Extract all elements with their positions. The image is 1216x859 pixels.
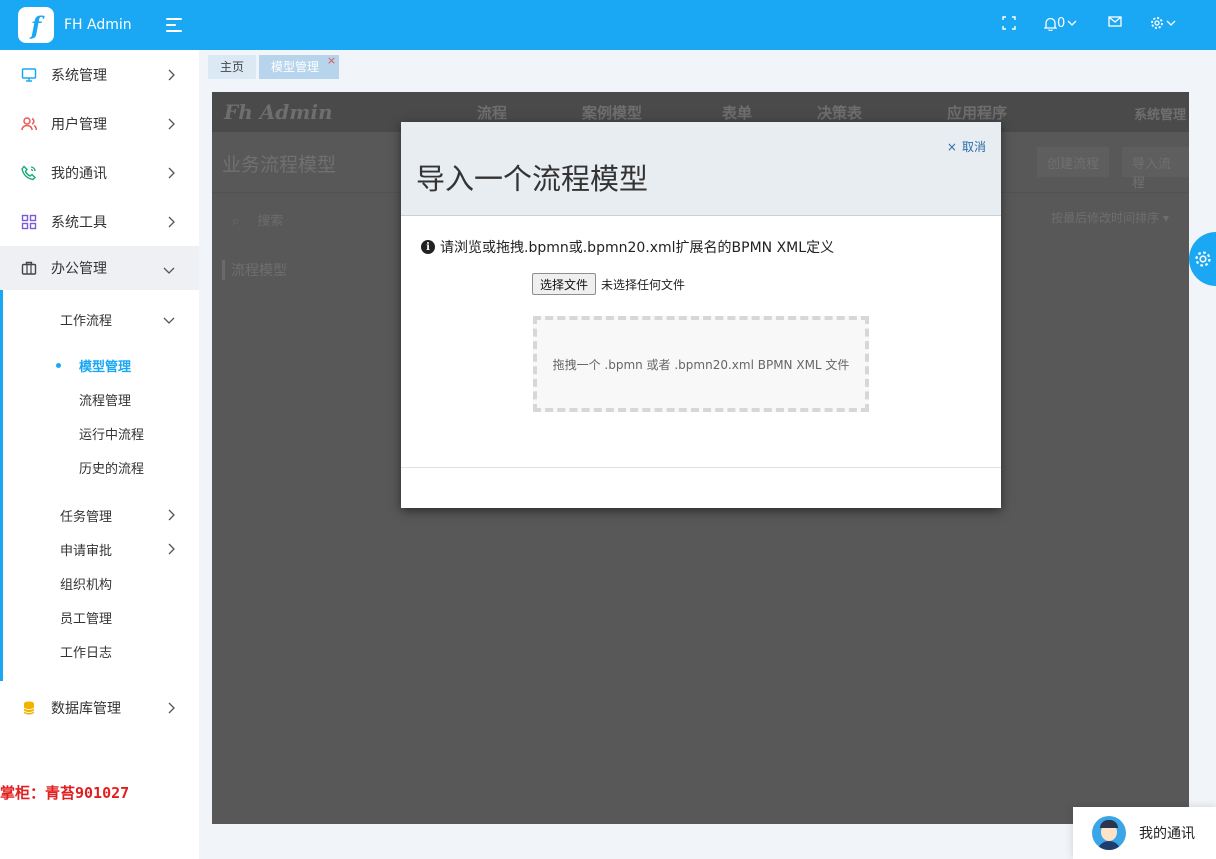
cancel-button[interactable]: × 取消 [947,138,986,155]
file-dropzone[interactable]: 拖拽一个 .bpmn 或者 .bpmn20.xml BPMN XML 文件 [533,316,869,412]
sidebar-item-running-processes[interactable]: 运行中流程 [3,416,199,450]
mail-icon[interactable] [1108,16,1122,27]
sidebar-item-label: 申请审批 [60,543,113,559]
background-sort: 按最后修改时间排序 ▾ [1051,211,1169,225]
background-left-item: 流程模型 [222,260,287,280]
dialog-footer-divider [401,467,1001,468]
sidebar-item-process-management[interactable]: 流程管理 [3,382,199,416]
chevron-down-icon [163,313,175,328]
background-nav-item: 决策表 [817,104,863,122]
sidebar-item-label: 用户管理 [51,116,107,133]
briefcase-icon [20,259,38,277]
chat-label: 我的通讯 [1139,826,1195,842]
database-icon [20,699,38,717]
sidebar-item-model-management[interactable]: 模型管理 [3,348,199,382]
search-icon: ⌕ [232,214,240,229]
sidebar-item-organization[interactable]: 组织机构 [3,566,199,600]
cancel-label: 取消 [961,140,986,154]
notification-bell[interactable]: 0 [1044,16,1077,31]
sidebar-item-label: 办公管理 [51,261,107,277]
sidebar-item-office[interactable]: 办公管理 [0,246,199,290]
sidebar-item-process-history[interactable]: 历史的流程 [3,450,199,484]
background-nav-right: 系统管理 [1134,108,1187,123]
grid-icon [20,213,38,231]
topbar: 0 [199,0,1216,50]
background-nav-item: 流程 [477,104,508,122]
sidebar-item-users[interactable]: 用户管理 [0,99,199,148]
sidebar-item-label: 任务管理 [60,509,113,525]
background-page-title: 业务流程模型 [222,154,337,176]
import-hint: i 请浏览或拖拽.bpmn或.bpmn20.xml扩展名的BPMN XML定义 [421,237,834,257]
sidebar-item-worklog[interactable]: 工作日志 [3,634,199,668]
fullscreen-icon[interactable] [1002,16,1016,30]
background-nav-item: 表单 [722,104,753,122]
sidebar-item-staff[interactable]: 员工管理 [3,600,199,634]
chevron-down-icon [1166,20,1176,26]
close-icon: × [946,139,957,154]
dialog-title: 导入一个流程模型 [416,162,649,196]
hint-text: 请浏览或拖拽.bpmn或.bpmn20.xml扩展名的BPMN XML定义 [440,240,835,256]
chevron-down-icon [163,262,175,278]
background-search: ⌕ 搜索 [232,210,283,229]
sidebar-item-label: 系统工具 [51,214,107,231]
tab-home[interactable]: 主页 [208,55,257,79]
users-icon [20,115,38,133]
sidebar: f FH Admin 系统管理 用户管理 我的通讯 系统工具 办公管理 工作流程… [0,0,199,859]
gear-icon [1151,17,1163,29]
import-model-dialog: 导入一个流程模型 × 取消 i 请浏览或拖拽.bpmn或.bpmn20.xml扩… [401,122,1001,508]
sidebar-item-label: 工作流程 [60,313,113,329]
chevron-right-icon [167,702,175,718]
sidebar-item-label: 我的通讯 [51,165,107,182]
phone-icon [20,164,38,182]
chevron-right-icon [167,167,175,183]
chevron-right-icon [167,118,175,134]
sidebar-item-database[interactable]: 数据库管理 [0,681,199,735]
gear-icon [1194,251,1211,267]
background-search-placeholder: 搜索 [257,214,284,229]
sidebar-item-system[interactable]: 系统管理 [0,50,199,99]
brand-bar: f FH Admin [0,0,199,50]
close-icon[interactable]: × [327,49,336,73]
background-logo: Fh Admin [224,100,333,124]
info-icon: i [421,240,435,254]
background-import-button: 导入流程 [1122,147,1189,191]
sidebar-item-contacts[interactable]: 我的通讯 [0,148,199,197]
chevron-down-icon [1067,20,1077,26]
background-nav-item: 案例模型 [582,104,643,122]
file-input: 选择文件 未选择任何文件 [532,273,685,295]
settings-drawer-toggle[interactable] [1189,232,1216,286]
background-nav-item: 应用程序 [947,104,1008,122]
background-create-button: 创建流程 [1037,147,1110,177]
dialog-header: 导入一个流程模型 × 取消 [401,122,1001,216]
sidebar-item-approvals[interactable]: 申请审批 [3,532,199,566]
sidebar-item-tasks[interactable]: 任务管理 [3,498,199,532]
sidebar-item-tools[interactable]: 系统工具 [0,197,199,246]
dropzone-text: 拖拽一个 .bpmn 或者 .bpmn20.xml BPMN XML 文件 [552,357,850,372]
menu-toggle-icon[interactable] [165,18,184,32]
logo-letter: f [30,10,42,40]
chevron-right-icon [167,543,175,559]
chevron-right-icon [167,69,175,85]
sidebar-item-label: 数据库管理 [51,701,121,717]
monitor-icon [20,66,38,84]
file-status: 未选择任何文件 [601,277,686,292]
tab-bar: 主页 模型管理 × [208,54,342,79]
chevron-right-icon [167,509,175,525]
tab-model-management[interactable]: 模型管理 × [259,54,340,79]
chat-widget[interactable]: 我的通讯 [1073,807,1216,859]
office-submenu: 工作流程 模型管理 流程管理 运行中流程 历史的流程 任务管理 申请审批 组织机… [0,290,199,681]
app-logo[interactable]: f [18,7,54,43]
avatar [1092,816,1126,850]
app-title: FH Admin [64,17,132,33]
settings-menu[interactable] [1150,16,1176,30]
choose-file-button[interactable]: 选择文件 [532,273,597,295]
bell-icon [1044,17,1057,31]
notification-count: 0 [1057,16,1066,31]
sidebar-item-label: 系统管理 [51,67,107,84]
sidebar-item-workflow[interactable]: 工作流程 [3,300,199,338]
chevron-right-icon [167,216,175,232]
tab-label: 模型管理 [271,60,320,74]
promo-text: 掌柜：青苔901027 [0,784,130,802]
